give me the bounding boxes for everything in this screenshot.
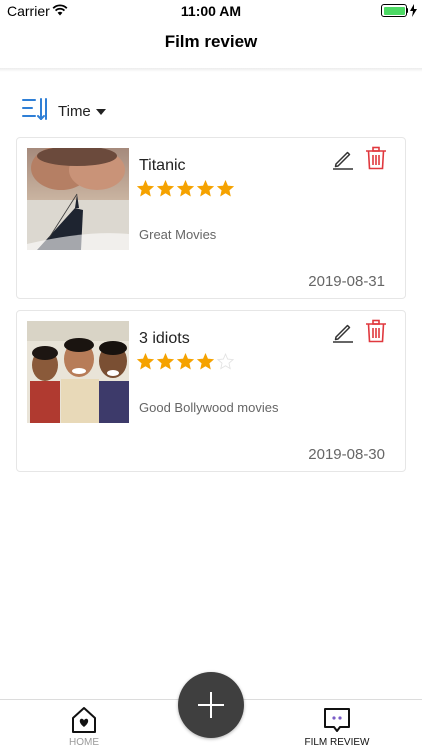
review-date: 2019-08-30 [308, 446, 385, 463]
home-heart-icon [72, 707, 96, 733]
tab-label: HOME [69, 737, 99, 748]
page-title: Film review [164, 32, 258, 51]
movie-poster-image [27, 148, 129, 250]
star-filled-icon [177, 180, 194, 197]
clock: 11:00 AM [180, 3, 242, 19]
star-filled-icon [157, 180, 174, 197]
review-card[interactable]: 3 idiots Good Bollywood movies 2019-08-3… [16, 310, 406, 472]
tab-film-review[interactable]: FILM REVIEW [282, 704, 392, 750]
edit-pencil-icon[interactable] [331, 319, 355, 343]
star-rating [137, 180, 234, 197]
star-filled-icon [177, 353, 194, 370]
tab-home[interactable]: HOME [29, 704, 139, 750]
star-filled-icon [157, 353, 174, 370]
review-date: 2019-08-31 [308, 273, 385, 290]
star-rating [137, 353, 234, 370]
status-bar: Carrier 11:00 AM [0, 0, 422, 22]
battery-icon [381, 4, 407, 17]
star-filled-icon [137, 180, 154, 197]
star-empty-icon [217, 353, 234, 370]
star-filled-icon [137, 353, 154, 370]
chat-bubble-icon [324, 708, 350, 732]
star-filled-icon [197, 180, 214, 197]
review-comment: Good Bollywood movies [139, 400, 279, 415]
star-filled-icon [197, 353, 214, 370]
nav-divider [0, 68, 422, 72]
tab-label: FILM REVIEW [304, 737, 370, 748]
star-filled-icon [217, 180, 234, 197]
review-card[interactable]: Titanic Great Movies 2019-08-31 [16, 137, 406, 299]
trash-icon[interactable] [365, 319, 387, 343]
battery-tip [406, 8, 408, 13]
sort-icon[interactable] [22, 96, 48, 122]
edit-pencil-icon[interactable] [331, 146, 355, 170]
movie-poster-image [27, 321, 129, 423]
plus-icon [210, 692, 212, 718]
movie-title: 3 idiots [139, 330, 190, 347]
caret-down-icon[interactable] [96, 109, 106, 115]
movie-title: Titanic [139, 157, 186, 174]
review-comment: Great Movies [139, 227, 217, 242]
charging-bolt-icon [410, 4, 417, 17]
sort-dropdown-label[interactable]: Time [58, 103, 91, 120]
add-review-button[interactable] [178, 672, 244, 738]
trash-icon[interactable] [365, 146, 387, 170]
